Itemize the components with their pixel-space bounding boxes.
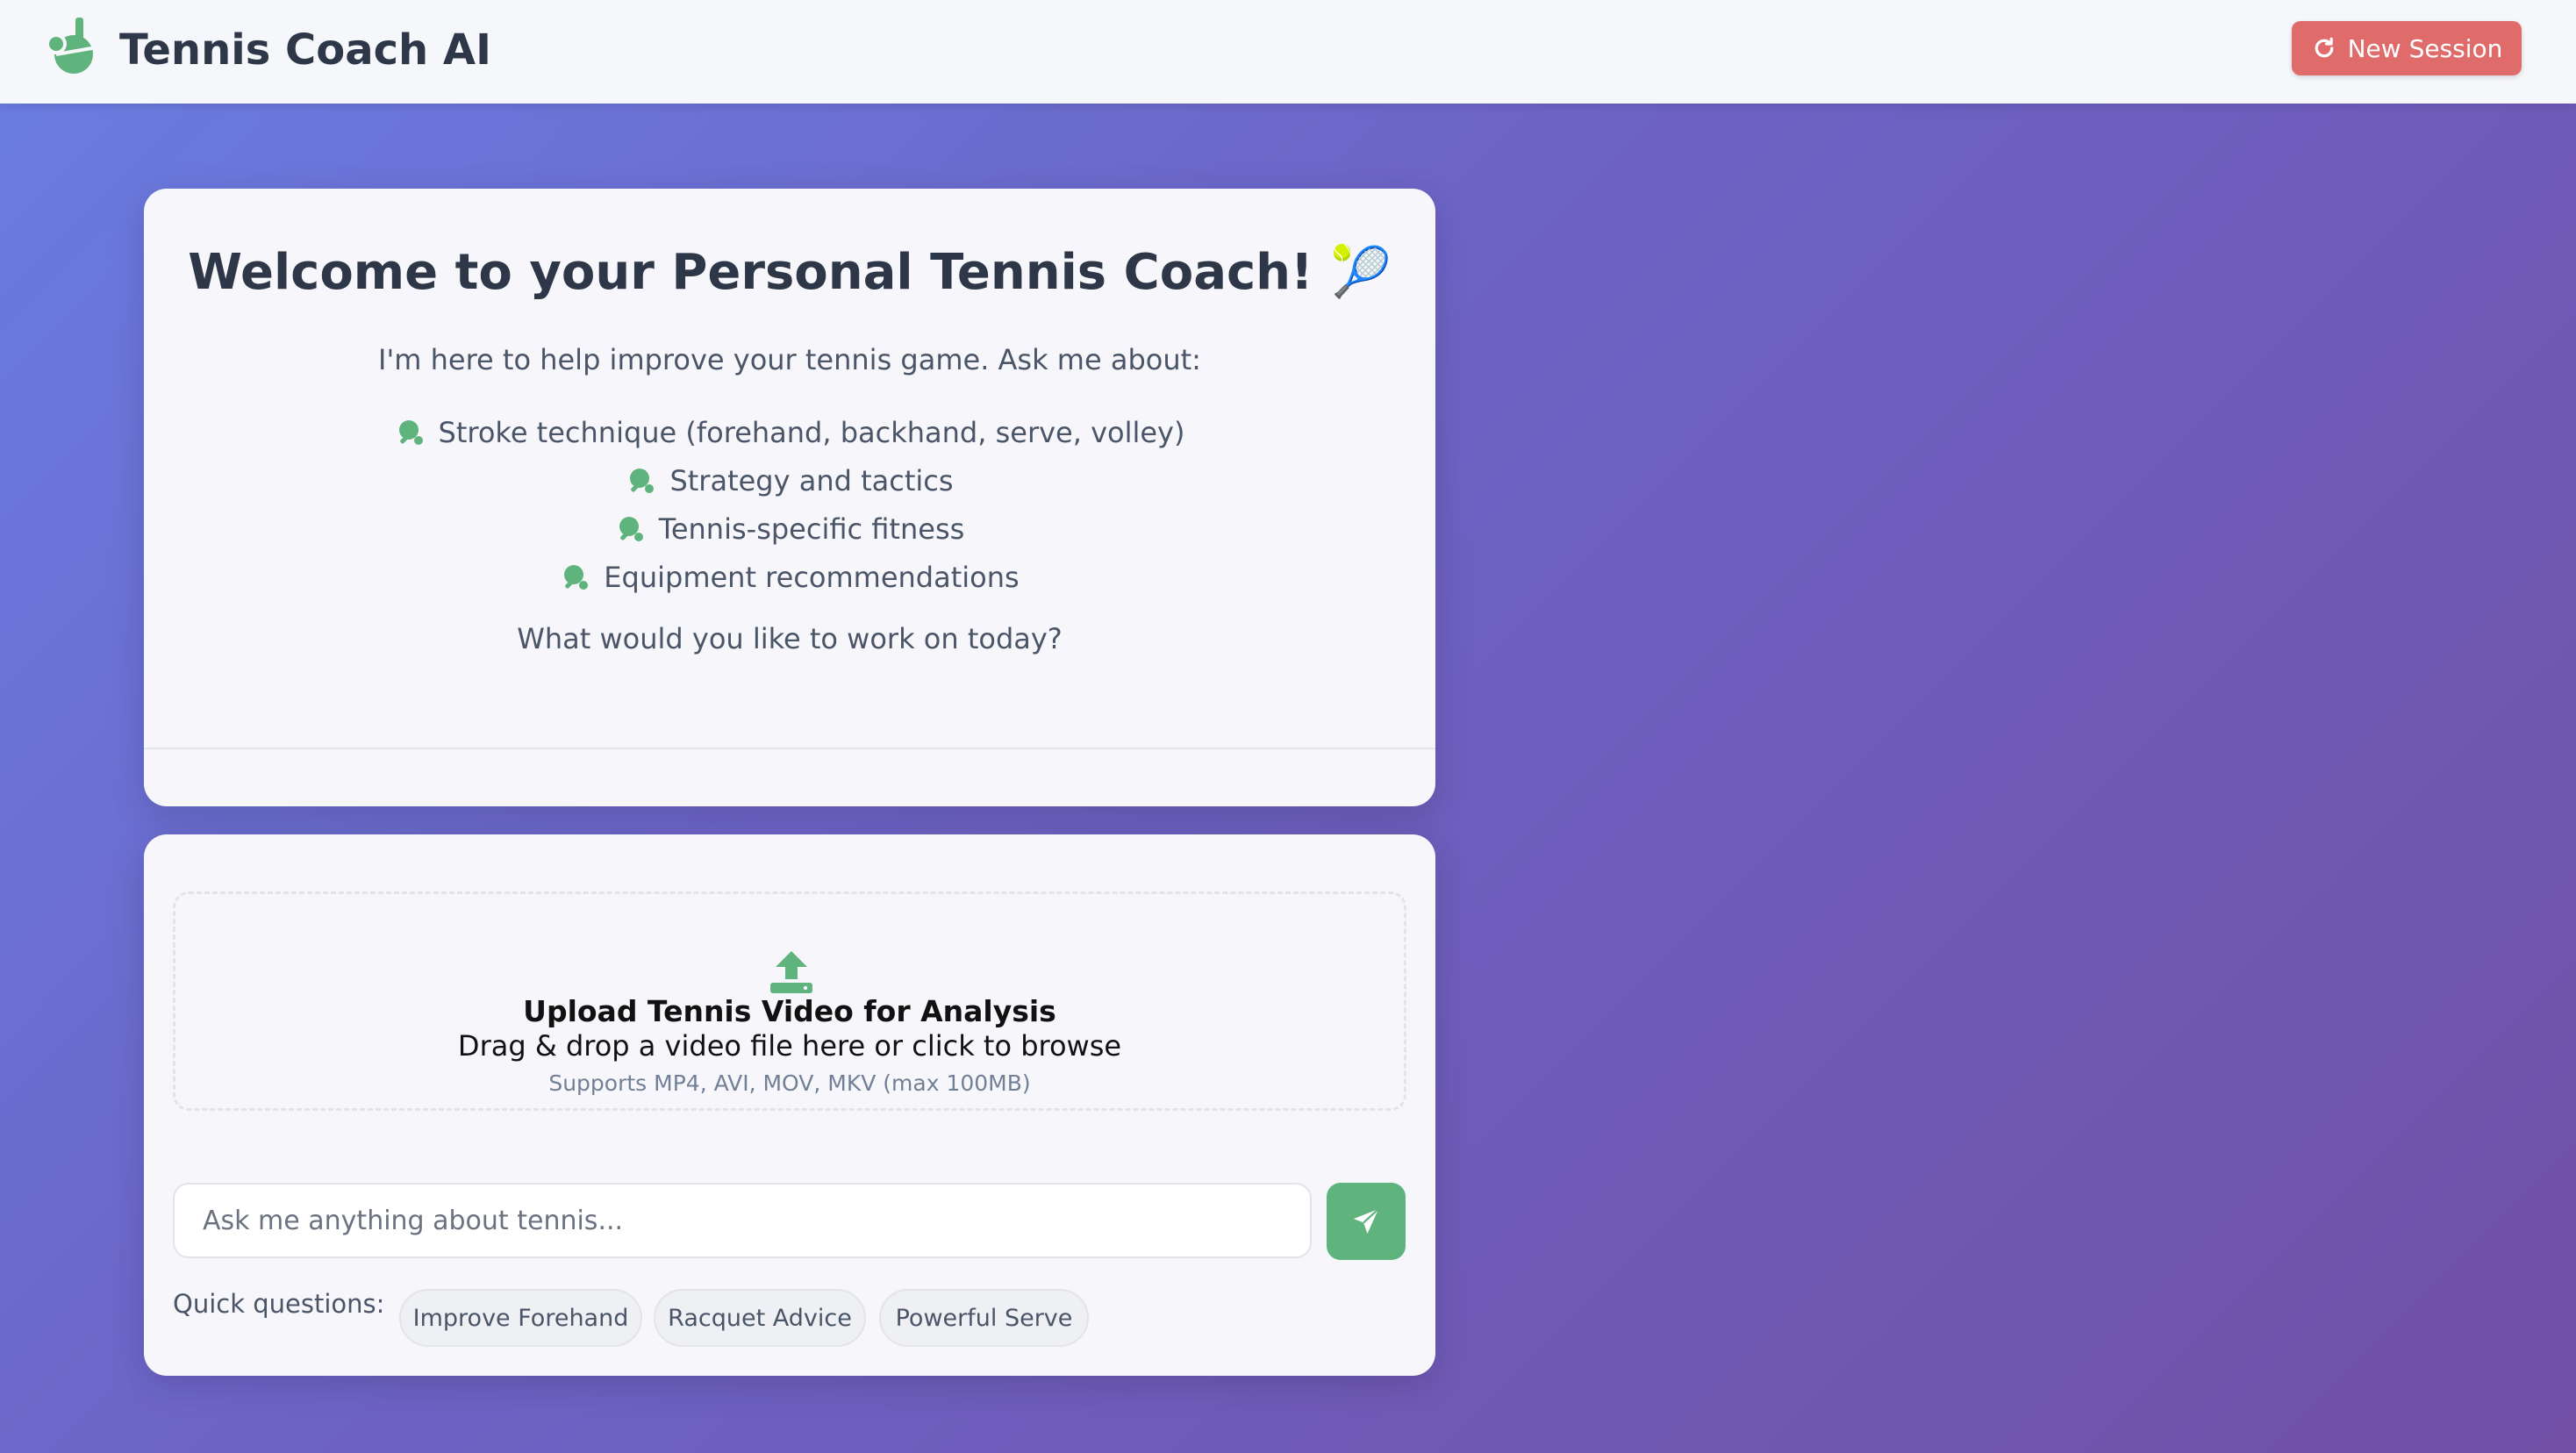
upload-title: Upload Tennis Video for Analysis bbox=[523, 994, 1056, 1028]
ping-pong-icon bbox=[619, 516, 643, 541]
list-item: Strategy and tactics bbox=[144, 456, 1435, 505]
paper-plane-icon bbox=[1353, 1207, 1379, 1235]
welcome-intro: I'm here to help improve your tennis gam… bbox=[378, 343, 1201, 376]
ping-pong-icon bbox=[398, 419, 423, 445]
chat-input[interactable] bbox=[173, 1183, 1312, 1258]
upload-description: Drag & drop a video file here or click t… bbox=[457, 1029, 1122, 1063]
send-button[interactable] bbox=[1327, 1183, 1406, 1260]
welcome-outro: What would you like to work on today? bbox=[517, 622, 1063, 655]
topic-text: Equipment recommendations bbox=[604, 560, 1020, 594]
list-item: Stroke technique (forehand, backhand, se… bbox=[144, 408, 1435, 456]
quick-question-powerful-serve[interactable]: Powerful Serve bbox=[879, 1289, 1089, 1347]
quick-question-racquet-advice[interactable]: Racquet Advice bbox=[654, 1289, 866, 1347]
new-session-button[interactable]: New Session bbox=[2292, 21, 2522, 75]
welcome-title: Welcome to your Personal Tennis Coach! 🎾 bbox=[188, 244, 1392, 301]
new-session-label: New Session bbox=[2347, 33, 2503, 63]
app-title: Tennis Coach AI bbox=[119, 25, 491, 75]
topic-text: Stroke technique (forehand, backhand, se… bbox=[438, 415, 1185, 449]
video-upload-dropzone[interactable]: Upload Tennis Video for Analysis Drag & … bbox=[173, 891, 1406, 1111]
divider bbox=[144, 748, 1435, 749]
upload-hint: Supports MP4, AVI, MOV, MKV (max 100MB) bbox=[548, 1070, 1031, 1096]
ping-pong-paddle-icon bbox=[46, 18, 97, 74]
ping-pong-icon bbox=[630, 468, 655, 493]
top-bar: Tennis Coach AI New Session bbox=[0, 0, 2576, 104]
topic-text: Strategy and tactics bbox=[669, 463, 954, 497]
upload-icon bbox=[770, 951, 812, 993]
quick-question-improve-forehand[interactable]: Improve Forehand bbox=[399, 1289, 642, 1347]
ping-pong-icon bbox=[564, 564, 589, 590]
list-item: Tennis-specific fitness bbox=[144, 505, 1435, 553]
topic-text: Tennis-specific fitness bbox=[658, 512, 965, 546]
welcome-card: Welcome to your Personal Tennis Coach! 🎾… bbox=[144, 189, 1435, 806]
refresh-icon bbox=[2315, 37, 2333, 58]
list-item: Equipment recommendations bbox=[144, 553, 1435, 601]
quick-questions-label: Quick questions: bbox=[173, 1289, 385, 1319]
topic-list: Stroke technique (forehand, backhand, se… bbox=[144, 408, 1435, 601]
input-card: Upload Tennis Video for Analysis Drag & … bbox=[144, 834, 1435, 1376]
